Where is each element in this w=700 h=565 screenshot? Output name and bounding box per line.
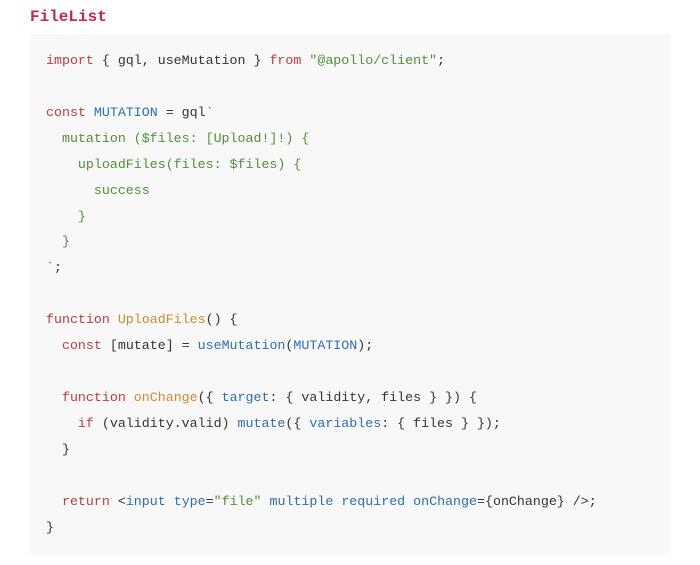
code-text: = gql xyxy=(158,105,206,120)
tmpl-start: ` xyxy=(206,105,214,120)
fn-onchange: onChange xyxy=(134,390,198,405)
code-block: import { gql, useMutation } from "@apoll… xyxy=(30,34,670,555)
code-text xyxy=(46,390,62,405)
code-text: () { xyxy=(206,312,238,327)
code-title: FileList xyxy=(30,8,670,26)
code-text: ); xyxy=(357,338,373,353)
code-text: ; xyxy=(54,260,62,275)
attr-required: required xyxy=(341,494,405,509)
code-text: = xyxy=(206,494,214,509)
fn-uploadfiles: UploadFiles xyxy=(118,312,206,327)
jsx-input: input xyxy=(126,494,166,509)
prop-target: target xyxy=(222,390,270,405)
kw-if: if xyxy=(78,416,94,431)
code-text: { gql, useMutation } xyxy=(94,53,270,68)
code-text: } xyxy=(46,442,70,457)
code-text xyxy=(46,416,78,431)
prop-variables: variables xyxy=(309,416,381,431)
tmpl-line: } xyxy=(46,234,70,249)
code-text xyxy=(405,494,413,509)
tmpl-end: ` xyxy=(46,260,54,275)
code-text: ; xyxy=(437,53,445,68)
str-file: "file" xyxy=(214,494,262,509)
code-text: ({ xyxy=(198,390,222,405)
code-text: : { files } }); xyxy=(381,416,501,431)
kw-function: function xyxy=(46,312,110,327)
kw-function: function xyxy=(62,390,126,405)
attr-multiple: multiple xyxy=(270,494,334,509)
tmpl-line: success xyxy=(46,183,150,198)
name-mutation: MUTATION xyxy=(94,105,158,120)
name-mutation: MUTATION xyxy=(293,338,357,353)
document-container: FileList import { gql, useMutation } fro… xyxy=(0,0,700,565)
code-text xyxy=(46,338,62,353)
code-text xyxy=(110,312,118,327)
code-text: (validity.valid) xyxy=(94,416,238,431)
code-text: } xyxy=(46,520,54,535)
kw-import: import xyxy=(46,53,94,68)
code-text: [mutate] = xyxy=(102,338,198,353)
kw-const: const xyxy=(62,338,102,353)
tmpl-line: mutation ($files: [Upload!]!) { xyxy=(46,131,309,146)
attr-onchange: onChange xyxy=(413,494,477,509)
code-text xyxy=(86,105,94,120)
fn-usemutation: useMutation xyxy=(198,338,286,353)
code-text: < xyxy=(110,494,126,509)
fn-mutate: mutate xyxy=(238,416,286,431)
tmpl-line: } xyxy=(46,209,86,224)
kw-return: return xyxy=(62,494,110,509)
tmpl-line: uploadFiles(files: $files) { xyxy=(46,157,301,172)
kw-from: from xyxy=(269,53,301,68)
code-text xyxy=(166,494,174,509)
attr-type: type xyxy=(174,494,206,509)
code-text xyxy=(262,494,270,509)
code-text xyxy=(126,390,134,405)
code-text xyxy=(46,494,62,509)
code-text: : { validity, files } }) { xyxy=(269,390,476,405)
code-text: ({ xyxy=(285,416,309,431)
code-text: ={onChange} />; xyxy=(477,494,597,509)
str-apollo: "@apollo/client" xyxy=(309,53,437,68)
kw-const: const xyxy=(46,105,86,120)
